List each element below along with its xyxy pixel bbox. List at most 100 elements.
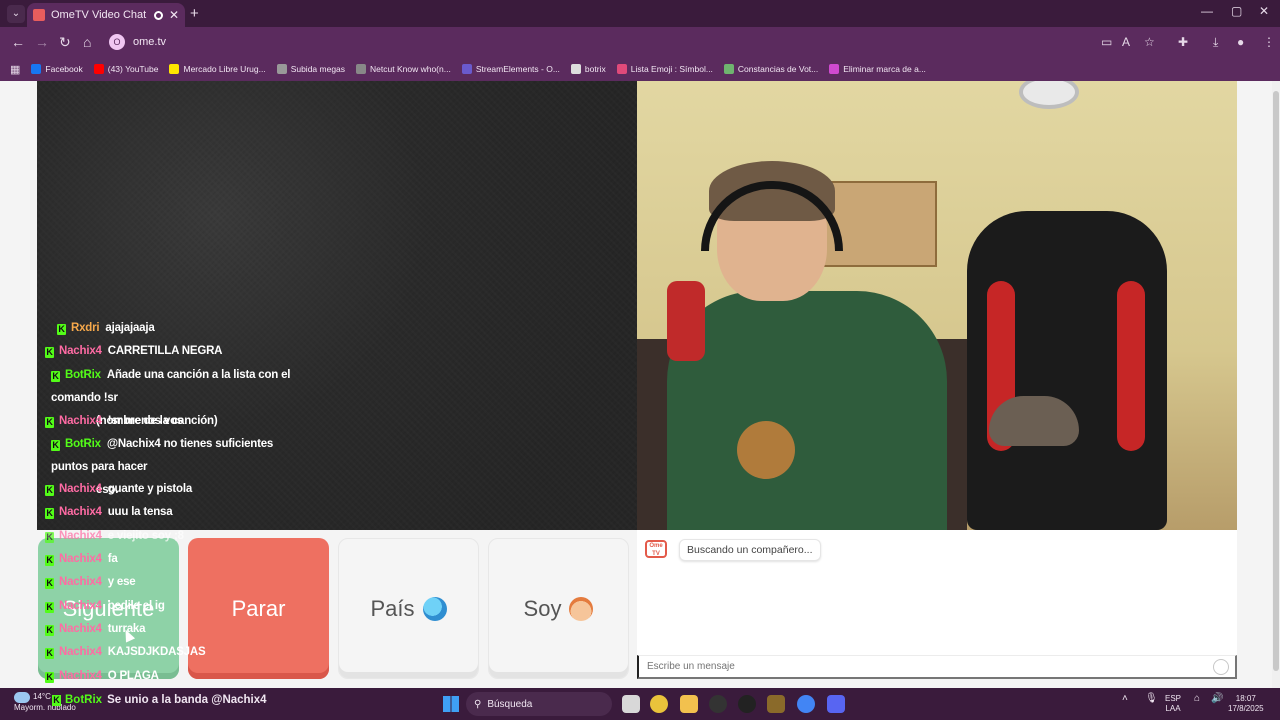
globe-icon xyxy=(422,596,447,621)
ticker-text: Se unio a la banda @Nachix4 xyxy=(107,694,267,706)
chat-text: guante y pistola xyxy=(107,483,193,495)
chat-text: e viejito soy ;8 xyxy=(107,530,184,542)
taskbar-search[interactable]: ⚲ Búsqueda xyxy=(466,692,612,716)
kick-badge-icon: K xyxy=(51,371,60,382)
app-icon[interactable] xyxy=(767,695,785,713)
tab-strip: ⌄ OmeTV Video Chat — Ome ✕ + — ▢ ✕ xyxy=(0,0,1280,27)
clock[interactable]: 18:07 17/8/2025 xyxy=(1228,694,1264,714)
chat-username: Nachix4 xyxy=(59,623,102,635)
browser-toolbar: ← → ↻ ⌂ O ome.tv ▭ A ☆ ✚ ⤓ ● ⋮ xyxy=(0,27,1280,57)
tray-chevron-icon[interactable]: ˄ xyxy=(1122,694,1128,704)
mate-cup xyxy=(737,421,795,479)
bookmark-streamelements[interactable]: StreamElements - O... xyxy=(461,64,560,74)
bookmark-emoji[interactable]: Lista Emoji : Símbol... xyxy=(616,64,713,74)
chat-username: Nachix4 xyxy=(59,530,102,542)
chat-username: Nachix4 xyxy=(59,415,102,427)
bookmark-netcut[interactable]: Netcut Know who(n... xyxy=(356,64,451,74)
emoji-picker-icon[interactable] xyxy=(1213,659,1229,675)
bookmark-subida-megas[interactable]: Subida megas xyxy=(276,64,345,74)
chat-message: K Nachix4 O PLAGA xyxy=(45,665,159,688)
chat-username: Nachix4 xyxy=(59,670,102,682)
kick-badge-icon: K xyxy=(45,555,54,566)
streamer xyxy=(667,161,947,530)
file-explorer-icon[interactable] xyxy=(680,695,698,713)
obs-icon[interactable] xyxy=(709,695,727,713)
page-scrollbar[interactable] xyxy=(1272,81,1280,688)
tab-search-icon[interactable]: ⌄ xyxy=(7,5,25,23)
bookmark-constancias[interactable]: Constancias de Vot... xyxy=(723,64,818,74)
back-icon[interactable]: ← xyxy=(11,34,25,50)
chat-username: Nachix4 xyxy=(59,553,102,565)
kick-badge-icon: K xyxy=(45,347,54,358)
globe-icon xyxy=(276,64,287,74)
bookmark-eliminar-marca[interactable]: Eliminar marca de a... xyxy=(829,64,926,74)
windows-start-icon[interactable] xyxy=(443,696,459,712)
site-info-icon[interactable]: O xyxy=(109,34,125,50)
home-icon[interactable]: ⌂ xyxy=(83,34,91,50)
kick-badge-icon: K xyxy=(51,440,60,451)
facebook-icon xyxy=(31,64,42,74)
downloads-icon[interactable]: ⤓ xyxy=(1213,35,1218,50)
reload-icon[interactable]: ↻ xyxy=(59,34,71,51)
language-indicator[interactable]: ESP LAA xyxy=(1165,694,1181,714)
chat-username: Nachix4 xyxy=(59,483,102,495)
cloud-icon xyxy=(14,692,30,703)
streamelements-icon xyxy=(461,64,472,74)
task-view-icon[interactable] xyxy=(622,695,640,713)
chat-message: K Nachix4 y ese xyxy=(45,571,136,594)
close-window-button[interactable]: ✕ xyxy=(1259,4,1269,18)
tab-close-button[interactable]: ✕ xyxy=(169,8,179,22)
extensions-icon[interactable]: ✚ xyxy=(1178,35,1188,49)
cast-icon[interactable]: ▭ xyxy=(1101,35,1112,49)
gender-button[interactable]: Soy xyxy=(488,538,629,679)
bookmark-mercadolibre[interactable]: Mercado Libre Urug... xyxy=(169,64,266,74)
ometv-logo: Ome TV xyxy=(645,540,667,558)
chat-message: K Nachix4 uuu la tensa xyxy=(45,501,173,524)
kick-badge-icon: K xyxy=(45,578,54,589)
country-button[interactable]: País xyxy=(338,538,479,679)
translate-icon[interactable]: A xyxy=(1122,35,1130,49)
discord-icon[interactable] xyxy=(827,695,845,713)
address-text: ome.tv xyxy=(133,36,167,48)
chrome-icon[interactable] xyxy=(650,695,668,713)
kick-badge-icon: K xyxy=(45,485,54,496)
search-icon: ⚲ xyxy=(474,698,482,710)
browser-tab[interactable]: OmeTV Video Chat — Ome ✕ xyxy=(27,3,185,27)
volume-icon[interactable]: 🔊 xyxy=(1211,694,1223,704)
media-player-icon[interactable] xyxy=(738,695,756,713)
ticker-username: BotRix xyxy=(65,694,103,706)
scrollbar-thumb[interactable] xyxy=(1273,91,1279,671)
chat-message: K Nachix4 CARRETILLA NEGRA xyxy=(45,340,222,363)
network-icon[interactable]: ⌂ xyxy=(1194,694,1200,704)
botrix-icon xyxy=(570,64,581,74)
person-icon xyxy=(569,596,594,621)
chat-text: !sr menos vos xyxy=(107,415,184,427)
chrome-profile-icon[interactable] xyxy=(797,695,815,713)
chat-username: BotRix xyxy=(65,438,101,450)
maximize-button[interactable]: ▢ xyxy=(1231,4,1242,18)
kick-badge-icon: K xyxy=(45,648,54,659)
bookmark-star-icon[interactable]: ☆ xyxy=(1144,35,1155,49)
forward-icon[interactable]: → xyxy=(35,34,49,50)
minimize-button[interactable]: — xyxy=(1201,4,1213,18)
chat-username: Nachix4 xyxy=(59,506,102,518)
mercadolibre-icon xyxy=(169,64,180,74)
chat-message: K Nachix4 guante y pistola xyxy=(45,478,192,501)
new-tab-button[interactable]: + xyxy=(190,5,199,22)
menu-icon[interactable]: ⋮ xyxy=(1263,35,1275,49)
youtube-icon xyxy=(93,64,104,74)
bookmark-youtube[interactable]: (43) YouTube xyxy=(93,64,158,74)
microphone-icon[interactable]: 🎙 xyxy=(1145,694,1158,704)
bookmark-facebook[interactable]: Facebook xyxy=(31,64,83,74)
microphone xyxy=(667,281,705,361)
chat-message: K Nachix4 fa xyxy=(45,548,118,571)
chat-username: Nachix4 xyxy=(59,646,102,658)
address-bar[interactable]: O ome.tv xyxy=(105,31,1165,53)
apps-grid-icon[interactable]: ▦ xyxy=(10,63,20,76)
bookmark-botrix[interactable]: botrix xyxy=(570,64,606,74)
profile-avatar[interactable]: ● xyxy=(1237,35,1244,49)
chat-message: K Nachix4 e viejito soy ;8 xyxy=(45,525,184,548)
message-input[interactable] xyxy=(637,655,1237,679)
chat-username: Rxdri xyxy=(71,322,100,334)
emoji-list-icon xyxy=(616,64,627,74)
